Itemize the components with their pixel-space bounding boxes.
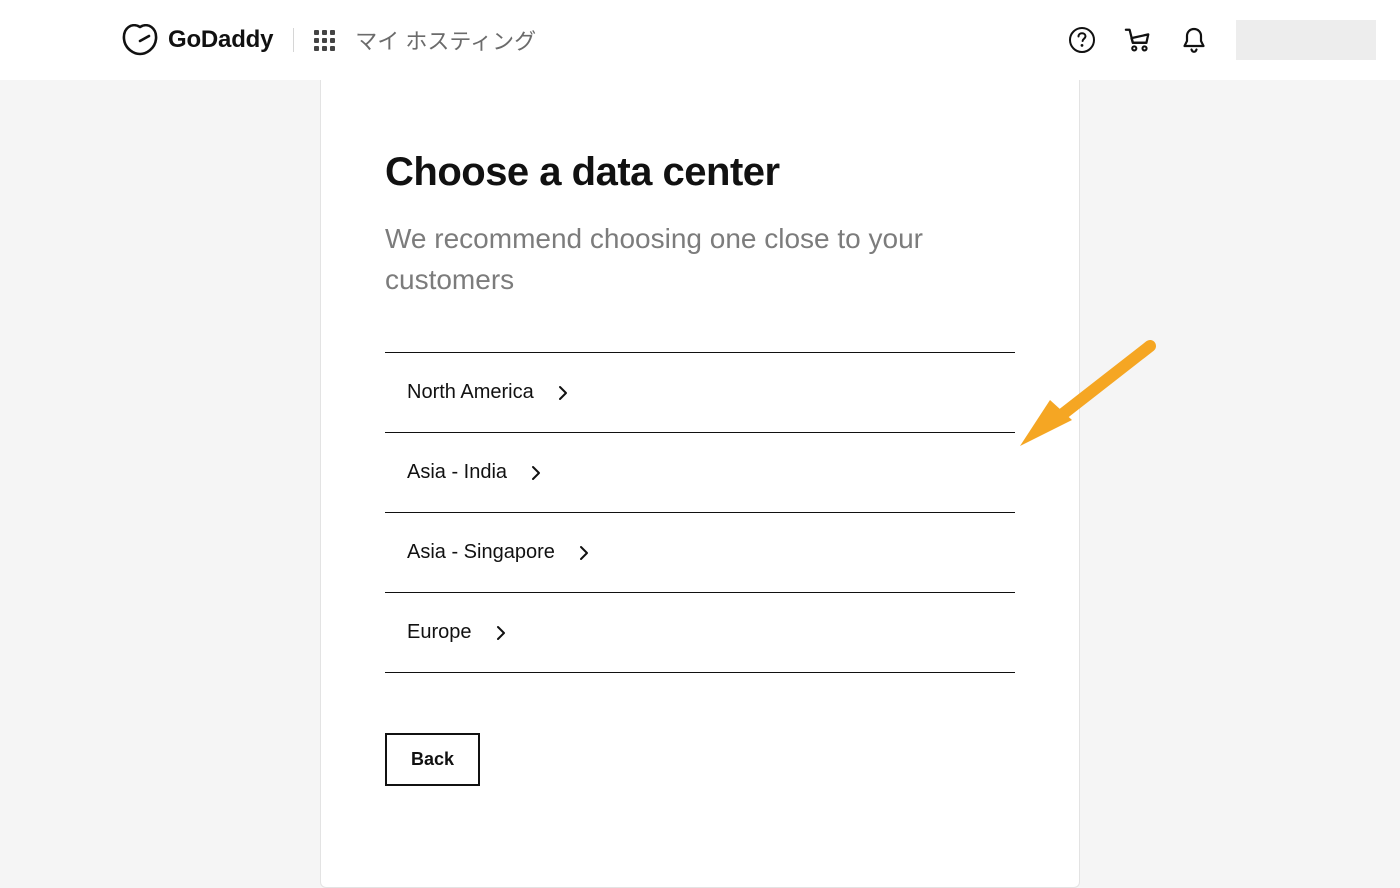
region-item-asia-singapore[interactable]: Asia - Singapore [385,513,1015,593]
brand-name: GoDaddy [168,26,273,54]
region-label: Asia - Singapore [407,541,555,564]
bell-icon[interactable] [1180,26,1208,54]
page-title: Choose a data center [385,150,1015,195]
breadcrumb[interactable]: マイ ホスティング [355,24,536,56]
region-item-europe[interactable]: Europe [385,593,1015,673]
top-bar-left: GoDaddy マイ ホスティング [0,24,536,56]
region-item-asia-india[interactable]: Asia - India [385,433,1015,513]
help-icon[interactable] [1068,26,1096,54]
apps-grid-icon[interactable] [314,30,335,51]
account-menu[interactable] [1236,20,1376,60]
chevron-right-icon [496,625,506,641]
top-bar-right [1068,20,1376,60]
page-body: Choose a data center We recommend choosi… [0,80,1400,888]
divider [293,28,294,52]
chevron-right-icon [531,465,541,481]
data-center-card: Choose a data center We recommend choosi… [320,80,1080,888]
region-label: Asia - India [407,461,507,484]
back-button[interactable]: Back [385,733,480,786]
region-list: North America Asia - India Asia - Singap… [385,352,1015,673]
chevron-right-icon [579,545,589,561]
top-bar: GoDaddy マイ ホスティング [0,0,1400,80]
region-item-north-america[interactable]: North America [385,353,1015,433]
region-label: North America [407,381,534,404]
chevron-right-icon [558,385,568,401]
cart-icon[interactable] [1124,26,1152,54]
page-subtitle: We recommend choosing one close to your … [385,219,1015,300]
godaddy-logo-icon [122,24,158,56]
region-label: Europe [407,621,472,644]
brand-logo[interactable]: GoDaddy [122,24,273,56]
